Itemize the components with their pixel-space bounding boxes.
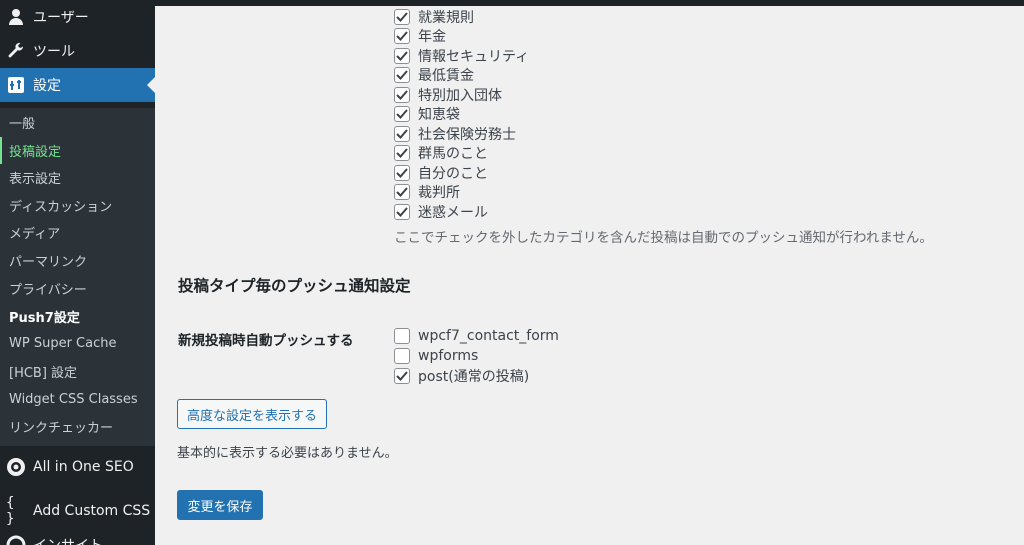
checkbox-checked-icon[interactable] (394, 67, 410, 83)
menu-item-settings[interactable]: 設定 (0, 68, 155, 102)
checkbox-row-post-type-0[interactable]: wpcf7_contact_form (394, 326, 559, 345)
checkbox-label: 社会保険労務士 (418, 126, 516, 143)
show-advanced-settings-button[interactable]: 高度な設定を表示する (177, 399, 327, 429)
user-icon (6, 7, 26, 27)
settings-submenu: 一般 投稿設定 表示設定 ディスカッション メディア パーマリンク プライバシー… (0, 108, 155, 446)
checkbox-checked-icon[interactable] (394, 106, 410, 122)
admin-top-bar (155, 0, 1024, 6)
checkbox-checked-icon[interactable] (394, 367, 410, 384)
checkbox-checked-icon[interactable] (394, 86, 410, 103)
checkbox-row-category-3[interactable]: 最低賃金 (394, 66, 474, 85)
checkbox-checked-icon[interactable] (394, 203, 410, 220)
checkbox-checked-icon[interactable] (394, 184, 410, 200)
menu-item-tools[interactable]: ツール (0, 34, 155, 68)
menu-item-label: All in One SEO (33, 459, 134, 475)
submenu-item-push7[interactable]: Push7設定 (0, 303, 155, 330)
checkbox-label: 裁判所 (418, 185, 460, 201)
checkbox-row-post-type-1[interactable]: wpforms (394, 346, 478, 365)
checkbox-row-category-4[interactable]: 特別加入団体 (394, 85, 502, 104)
advanced-settings-note: 基本的に表示する必要はありません。 (177, 446, 398, 461)
checkbox-row-category-2[interactable]: 情報セキュリティ (394, 46, 529, 65)
checkbox-label: 群馬のこと (418, 146, 488, 162)
checkbox-row-category-5[interactable]: 知恵袋 (394, 105, 460, 124)
submenu-item-reading[interactable]: 表示設定 (0, 164, 155, 191)
submenu-item-widget-css[interactable]: Widget CSS Classes (0, 386, 155, 413)
checkbox-checked-icon[interactable] (394, 47, 410, 64)
checkbox-label: 年金 (418, 29, 446, 45)
save-changes-button[interactable]: 変更を保存 (177, 490, 263, 520)
checkbox-row-category-7[interactable]: 群馬のこと (394, 144, 488, 163)
checkbox-row-category-9[interactable]: 裁判所 (394, 183, 460, 202)
submenu-item-privacy[interactable]: プライバシー (0, 275, 155, 302)
checkbox-label: 就業規則 (418, 9, 474, 26)
menu-item-label: インサイト (33, 535, 103, 545)
checkbox-row-post-type-2[interactable]: post(通常の投稿) (394, 366, 529, 385)
checkbox-row-category-10[interactable]: 迷惑メール (394, 202, 488, 221)
checkbox-unchecked-icon[interactable] (394, 327, 410, 344)
wrench-icon (6, 41, 26, 61)
braces-icon: { } (6, 495, 15, 527)
menu-item-insights[interactable]: インサイト (0, 528, 155, 545)
checkbox-label: post(通常の投稿) (418, 368, 530, 385)
menu-item-aioseo[interactable]: All in One SEO (0, 450, 155, 484)
checkbox-checked-icon[interactable] (394, 8, 410, 25)
checkbox-label: 自分のこと (418, 165, 488, 182)
insights-icon (6, 535, 26, 545)
checkbox-row-category-8[interactable]: 自分のこと (394, 163, 488, 182)
checkbox-row-category-0[interactable]: 就業規則 (394, 7, 474, 26)
checkbox-row-category-6[interactable]: 社会保険労務士 (394, 124, 516, 143)
checkbox-checked-icon[interactable] (394, 125, 410, 142)
submenu-item-link-checker[interactable]: リンクチェッカー (0, 413, 155, 440)
section-title: 投稿タイプ毎のプッシュ通知設定 (178, 277, 411, 295)
submenu-item-permalinks[interactable]: パーマリンク (0, 247, 155, 274)
categories-description: ここでチェックを外したカテゴリを含んだ投稿は自動でのプッシュ通知が行われません。 (394, 230, 933, 246)
checkbox-row-category-1[interactable]: 年金 (394, 27, 446, 46)
checkbox-label: 特別加入団体 (418, 87, 502, 104)
checkbox-unchecked-icon[interactable] (394, 347, 410, 364)
submenu-item-writing[interactable]: 投稿設定 (0, 137, 155, 164)
checkbox-label: 最低賃金 (418, 68, 474, 84)
checkbox-label: 迷惑メール (418, 204, 488, 221)
menu-item-add-custom-css[interactable]: { } Add Custom CSS (0, 494, 155, 528)
menu-item-label: Add Custom CSS (33, 503, 151, 519)
submenu-item-general[interactable]: 一般 (0, 109, 155, 136)
admin-sidebar: ユーザー ツール 設定 一般 投稿設定 表示設定 ディスカッション メディア パ… (0, 0, 155, 545)
menu-item-label: 設定 (33, 78, 61, 94)
checkbox-checked-icon[interactable] (394, 145, 410, 161)
checkbox-checked-icon[interactable] (394, 28, 410, 44)
checkbox-label: 知恵袋 (418, 107, 460, 123)
aioseo-icon (6, 457, 26, 477)
menu-item-label: ツール (33, 44, 75, 60)
submenu-item-wp-super-cache[interactable]: WP Super Cache (0, 330, 155, 357)
submenu-item-discussion[interactable]: ディスカッション (0, 192, 155, 219)
checkbox-label: 情報セキュリティ (418, 48, 530, 65)
submenu-item-hcb[interactable]: [HCB] 設定 (0, 358, 155, 385)
auto-push-field-label: 新規投稿時自動プッシュする (178, 333, 354, 349)
submenu-item-media[interactable]: メディア (0, 219, 155, 246)
checkbox-checked-icon[interactable] (394, 164, 410, 181)
settings-icon (6, 75, 26, 95)
checkbox-label: wpcf7_contact_form (418, 327, 559, 344)
menu-item-label: ユーザー (33, 10, 89, 26)
menu-item-users[interactable]: ユーザー (0, 0, 155, 34)
checkbox-label: wpforms (418, 347, 479, 364)
